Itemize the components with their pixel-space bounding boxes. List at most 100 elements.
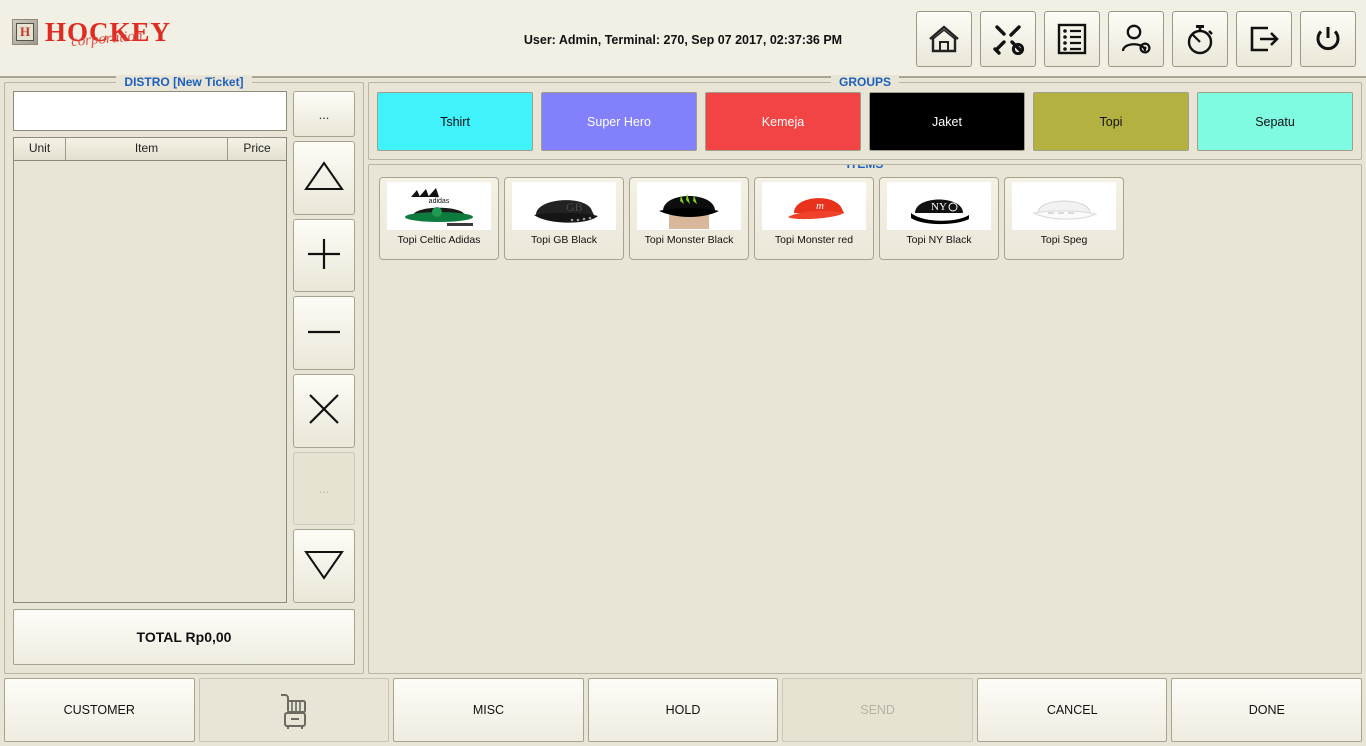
group-button-super-hero[interactable]: Super Hero [541, 92, 697, 151]
item-card[interactable]: adidas Topi Celtic Adidas [379, 177, 499, 260]
cart-icon [271, 686, 317, 735]
column-header-price: Price [228, 138, 286, 160]
group-label: Jaket [932, 114, 962, 129]
power-icon [1312, 23, 1344, 55]
logout-icon [1247, 24, 1281, 54]
item-thumbnail: NY [887, 182, 991, 230]
cancel-button[interactable]: CANCEL [976, 678, 1168, 742]
tools-icon [991, 23, 1025, 55]
send-button: SEND [782, 678, 973, 742]
group-label: Super Hero [587, 114, 651, 129]
cap-speg-white-image [1032, 200, 1098, 220]
item-thumbnail: adidas [387, 182, 491, 230]
column-header-unit: Unit [14, 138, 66, 160]
item-card[interactable]: GB Topi GB Black [504, 177, 624, 260]
groups-panel: GROUPS Tshirt Super Hero Kemeja Jaket To… [368, 75, 1362, 160]
column-header-item: Item [66, 138, 228, 160]
item-card[interactable]: m Topi Monster red [754, 177, 874, 260]
hold-button[interactable]: HOLD [587, 678, 779, 742]
cap-gb-black-image: GB [534, 200, 598, 223]
item-thumbnail: m [762, 182, 866, 230]
customer-button[interactable]: CUSTOMER [4, 678, 195, 742]
tools-button[interactable] [980, 11, 1036, 67]
item-thumbnail [1012, 182, 1116, 230]
timer-icon [1184, 23, 1216, 55]
plus-icon [302, 234, 346, 277]
main-body: DISTRO [New Ticket] Unit Item Price ... … [0, 75, 1366, 674]
move-down-button[interactable] [293, 529, 355, 604]
group-buttons-row: Tshirt Super Hero Kemeja Jaket Topi Sepa… [377, 92, 1353, 151]
more-button[interactable]: ... [293, 91, 355, 137]
misc-button[interactable]: MISC [393, 678, 584, 742]
ticket-side-buttons: ... ... [293, 91, 355, 604]
item-label: Topi Speg [1040, 234, 1088, 246]
items-panel: ITEMS adidas Topi Celtic Adidas GB Topi … [368, 164, 1362, 674]
catalog-column: GROUPS Tshirt Super Hero Kemeja Jaket To… [368, 75, 1362, 674]
decrease-qty-button[interactable] [293, 296, 355, 371]
remove-item-button[interactable] [293, 374, 355, 448]
item-thumbnail [637, 182, 741, 230]
footer-button-label: MISC [472, 703, 505, 717]
ticket-panel: DISTRO [New Ticket] Unit Item Price ... … [4, 75, 364, 674]
power-button[interactable] [1300, 11, 1356, 67]
home-button[interactable] [916, 11, 972, 67]
cap-celtic-adidas-image: adidas [405, 188, 473, 226]
group-label: Tshirt [440, 114, 470, 129]
footer-button-label: SEND [860, 703, 895, 717]
item-label: Topi Celtic Adidas [397, 234, 481, 246]
move-up-button[interactable] [293, 141, 355, 215]
item-thumbnail: GB [512, 182, 616, 230]
item-card[interactable]: NY Topi NY Black [879, 177, 999, 260]
cap-monster-red-image: m [788, 198, 844, 220]
svg-text:adidas: adidas [429, 198, 450, 205]
item-label: Topi Monster Black [644, 234, 734, 246]
increase-qty-button[interactable] [293, 218, 355, 293]
items-panel-title: ITEMS [369, 165, 1361, 171]
ticket-grid: Unit Item Price [13, 137, 287, 603]
done-button[interactable]: DONE [1171, 678, 1363, 742]
item-label: Topi Monster red [774, 234, 854, 246]
svg-text:m: m [816, 200, 824, 212]
footer-toolbar: CUSTOMER MISC HOLD SEND CANCEL DONE [0, 674, 1366, 746]
cap-monster-black-image [659, 193, 719, 229]
group-button-tshirt[interactable]: Tshirt [377, 92, 533, 151]
pos-application: H HOCKEY corporation User: Admin, Termin… [0, 0, 1366, 746]
footer-button-label: HOLD [665, 703, 701, 717]
user-settings-button[interactable] [1108, 11, 1164, 67]
logo-mark-icon: H [12, 19, 38, 45]
cart-button [198, 678, 390, 742]
item-card[interactable]: Topi Speg [1004, 177, 1124, 260]
logo-mark-letter: H [15, 23, 35, 41]
ticket-left: Unit Item Price [13, 91, 287, 603]
list-icon [1056, 23, 1088, 55]
footer-button-label: CANCEL [1046, 703, 1098, 717]
svg-text:GB: GB [566, 200, 583, 214]
cross-icon [302, 389, 346, 432]
svg-text:NY: NY [931, 201, 947, 213]
group-label: Sepatu [1255, 114, 1295, 129]
ellipsis-icon: ... [318, 481, 330, 497]
ticket-grid-body[interactable] [14, 161, 286, 602]
total-display: TOTAL Rp0,00 [13, 609, 355, 665]
app-header: H HOCKEY corporation User: Admin, Termin… [0, 0, 1366, 78]
group-label: Kemeja [761, 114, 805, 129]
ticket-grid-header: Unit Item Price [14, 138, 286, 161]
item-card[interactable]: Topi Monster Black [629, 177, 749, 260]
user-settings-icon [1119, 23, 1153, 55]
triangle-up-icon [302, 157, 346, 198]
group-button-jaket[interactable]: Jaket [869, 92, 1025, 151]
ellipsis-icon: ... [318, 106, 330, 122]
timer-button[interactable] [1172, 11, 1228, 67]
ticket-inner: Unit Item Price ... ... [13, 91, 355, 604]
group-button-kemeja[interactable]: Kemeja [705, 92, 861, 151]
group-label: Topi [1099, 114, 1123, 129]
home-icon [927, 24, 961, 54]
footer-button-label: CUSTOMER [63, 703, 135, 717]
footer-button-label: DONE [1248, 703, 1285, 717]
reports-button[interactable] [1044, 11, 1100, 67]
group-button-topi[interactable]: Topi [1033, 92, 1189, 151]
logout-button[interactable] [1236, 11, 1292, 67]
group-button-sepatu[interactable]: Sepatu [1197, 92, 1353, 151]
minus-icon [302, 312, 346, 355]
ticket-search-input[interactable] [13, 91, 287, 131]
